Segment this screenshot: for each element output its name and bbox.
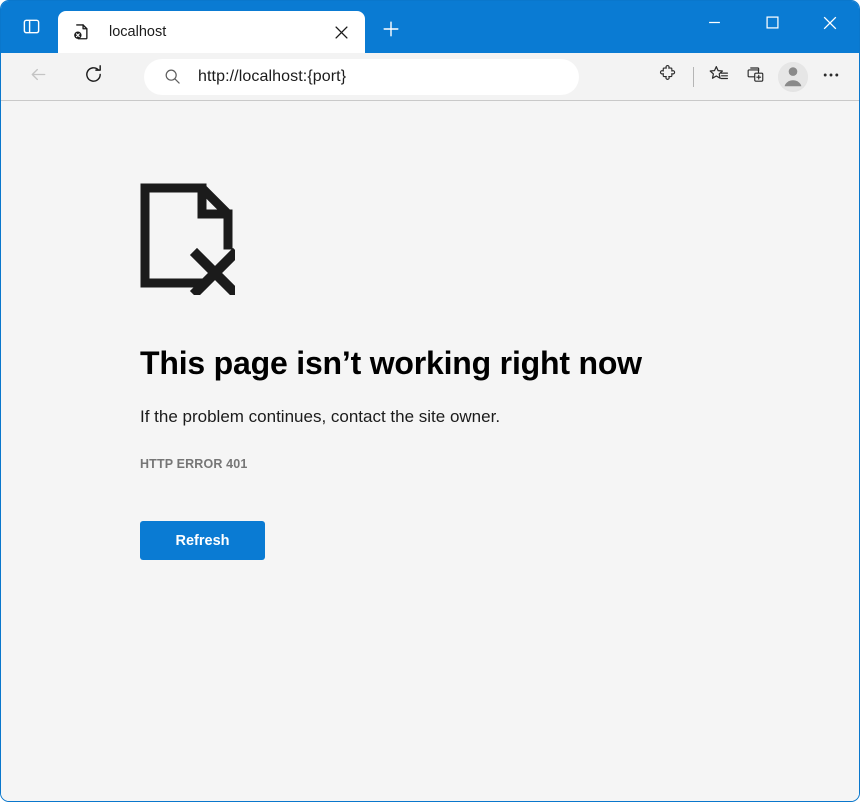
back-button[interactable] <box>20 59 56 95</box>
reload-button[interactable] <box>75 59 111 95</box>
minimize-button[interactable] <box>685 1 743 49</box>
tab-actions-button[interactable] <box>13 13 49 45</box>
new-tab-button[interactable] <box>372 13 410 49</box>
split-pane-icon <box>22 17 41 41</box>
browser-tab[interactable]: localhost <box>58 11 365 53</box>
broken-document-icon <box>140 183 235 295</box>
plus-icon <box>382 20 400 43</box>
avatar-icon <box>778 62 808 92</box>
close-icon <box>823 16 837 35</box>
maximize-icon <box>766 16 779 34</box>
minimize-icon <box>708 16 721 34</box>
close-window-button[interactable] <box>801 1 859 49</box>
title-bar: localhost <box>1 1 859 53</box>
error-code: HTTP ERROR 401 <box>140 457 859 471</box>
page-error-favicon-icon <box>73 23 91 41</box>
toolbar-divider <box>693 67 694 87</box>
collections-add-icon <box>745 64 766 90</box>
tab-title: localhost <box>109 24 328 40</box>
address-bar[interactable]: http://localhost:{port} <box>144 59 579 95</box>
window-controls <box>685 1 859 49</box>
ellipsis-icon <box>821 65 841 90</box>
toolbar-actions <box>650 53 849 101</box>
error-title: This page isn’t working right now <box>140 345 859 382</box>
error-page-content: This page isn’t working right now If the… <box>1 101 859 802</box>
close-icon <box>335 26 348 39</box>
arrow-left-icon <box>28 64 49 90</box>
maximize-button[interactable] <box>743 1 801 49</box>
puzzle-piece-icon <box>658 64 679 90</box>
refresh-button[interactable]: Refresh <box>140 521 265 560</box>
browser-toolbar: http://localhost:{port} <box>1 53 859 101</box>
browser-window: localhost <box>0 0 860 802</box>
reload-icon <box>83 64 104 90</box>
tab-strip: localhost <box>58 11 410 53</box>
tab-close-button[interactable] <box>328 19 354 45</box>
search-icon <box>163 68 181 86</box>
error-subtitle: If the problem continues, contact the si… <box>140 407 859 427</box>
settings-more-button[interactable] <box>813 59 849 95</box>
profile-button[interactable] <box>778 62 808 92</box>
extensions-button[interactable] <box>650 59 686 95</box>
address-bar-text[interactable]: http://localhost:{port} <box>198 68 346 86</box>
collections-button[interactable] <box>737 59 773 95</box>
favorites-button[interactable] <box>701 59 737 95</box>
star-list-icon <box>708 64 730 91</box>
